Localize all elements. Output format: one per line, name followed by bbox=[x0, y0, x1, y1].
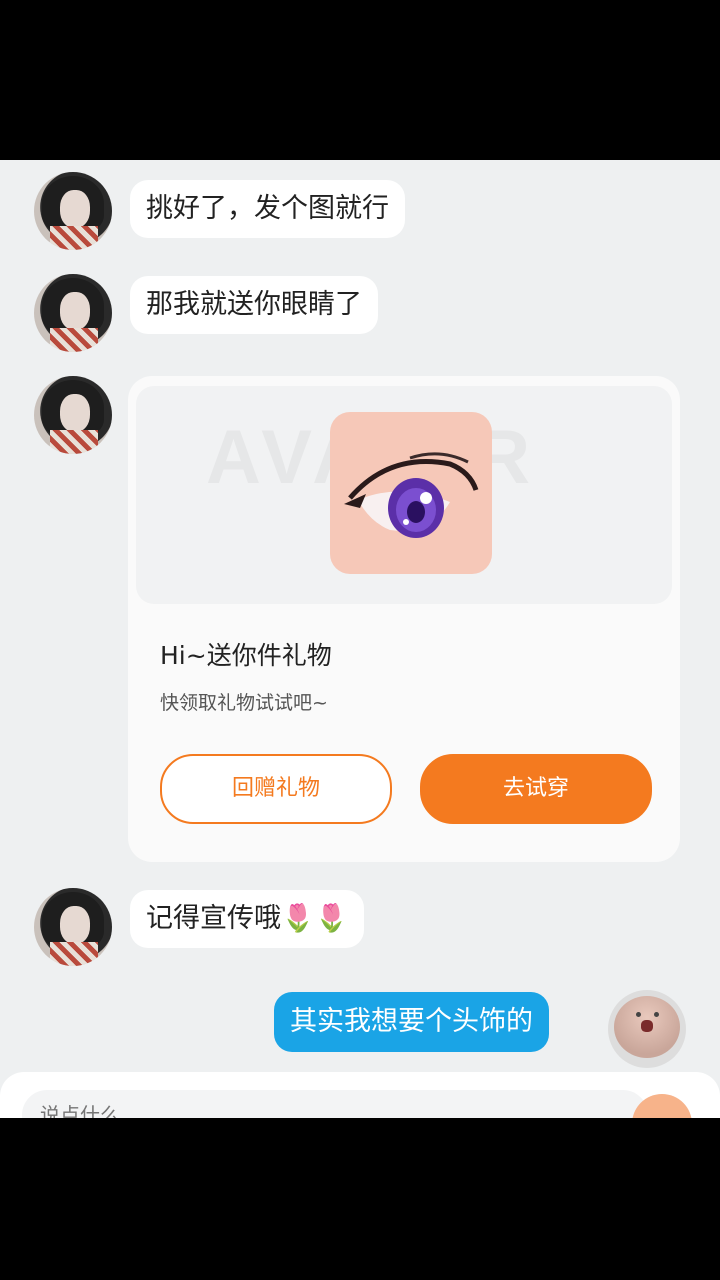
gift-banner: AVATAR bbox=[136, 386, 672, 604]
message-row: 记得宣传哦🌷🌷 bbox=[0, 888, 720, 968]
my-message-bubble: 其实我想要个头饰的 bbox=[274, 992, 549, 1052]
anime-eye-icon bbox=[330, 412, 492, 574]
message-bubble: 挑好了，发个图就行 bbox=[130, 180, 405, 238]
message-row: 挑好了，发个图就行 bbox=[0, 170, 720, 250]
message-input[interactable] bbox=[22, 1090, 648, 1118]
chat-screen: 挑好了，发个图就行 那我就送你眼睛了 AVATAR bbox=[0, 160, 720, 1118]
input-bar bbox=[0, 1072, 720, 1118]
try-on-button[interactable]: 去试穿 bbox=[420, 754, 652, 824]
gift-title: Hi~送你件礼物 bbox=[160, 641, 332, 670]
message-row: 那我就送你眼睛了 bbox=[0, 274, 720, 354]
my-avatar[interactable] bbox=[608, 990, 686, 1068]
contact-avatar[interactable] bbox=[34, 888, 112, 966]
gift-subtitle: 快领取礼物试试吧~ bbox=[160, 692, 328, 714]
gift-card: AVATAR Hi~送你件礼物 快领取礼物试试吧~ 回赠礼物 去试穿 bbox=[128, 376, 680, 862]
message-row: 其实我想要个头饰的 bbox=[0, 990, 720, 1070]
return-gift-button[interactable]: 回赠礼物 bbox=[160, 754, 392, 824]
message-bubble: 那我就送你眼睛了 bbox=[130, 276, 378, 334]
message-bubble: 记得宣传哦🌷🌷 bbox=[130, 890, 365, 948]
contact-avatar[interactable] bbox=[34, 274, 112, 352]
contact-avatar[interactable] bbox=[34, 172, 112, 250]
contact-avatar[interactable] bbox=[34, 376, 112, 454]
